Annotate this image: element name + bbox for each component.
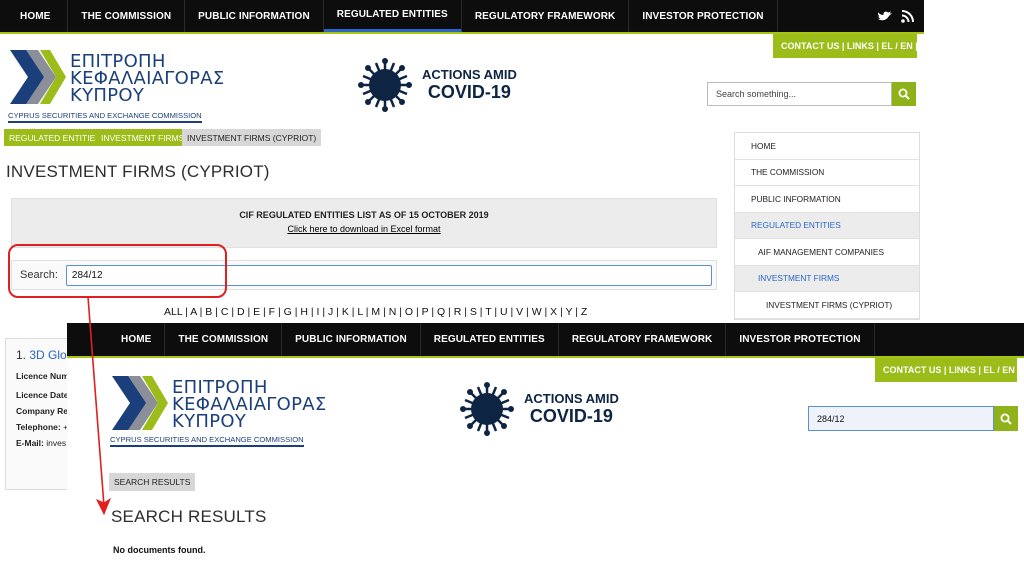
annotation-arrow-icon	[87, 296, 112, 516]
